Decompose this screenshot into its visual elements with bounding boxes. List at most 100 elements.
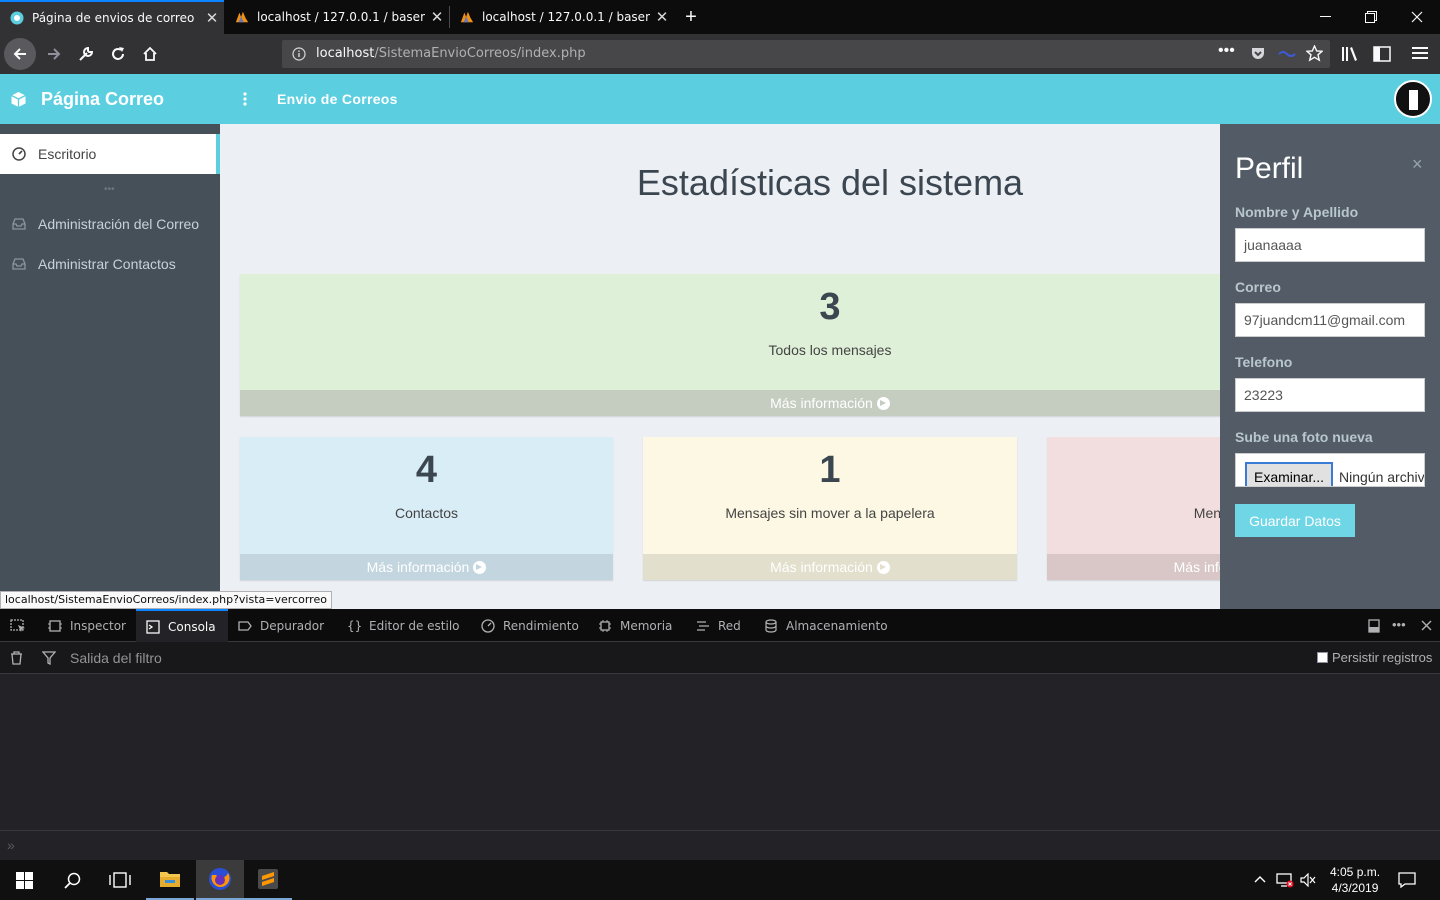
clock-time: 4:05 p.m.	[1330, 865, 1381, 879]
email-input[interactable]: 97juandcm11@gmail.com	[1235, 303, 1425, 337]
task-view-icon[interactable]	[96, 860, 144, 900]
save-button[interactable]: Guardar Datos	[1235, 504, 1355, 537]
storage-icon	[765, 618, 777, 633]
sidebar-item-escritorio[interactable]: Escritorio	[0, 134, 220, 174]
extension-icon[interactable]	[1278, 50, 1296, 58]
browser-nav-bar: localhost/SistemaEnvioCorreos/index.php …	[0, 34, 1440, 74]
console-icon	[146, 619, 160, 634]
trash-icon[interactable]	[10, 651, 23, 665]
file-explorer-icon[interactable]	[146, 860, 194, 900]
search-icon[interactable]	[48, 860, 96, 900]
photo-file-input[interactable]: Examinar... Ningún archivo seleccionado.	[1235, 453, 1425, 487]
filter-funnel-icon	[42, 651, 56, 665]
minimize-icon[interactable]	[1302, 0, 1348, 34]
sidebar-item-label: Administración del Correo	[38, 216, 200, 232]
no-file-text: Ningún archivo seleccionado.	[1339, 469, 1424, 485]
devtools-close-icon[interactable]	[1421, 620, 1432, 631]
volume-muted-icon[interactable]	[1300, 873, 1316, 887]
photo-label: Sube una foto nueva	[1235, 429, 1373, 445]
tab-close-icon[interactable]: ✕	[200, 9, 224, 27]
windows-start-icon[interactable]	[0, 860, 48, 900]
devtools-tab-style-editor[interactable]: {} Editor de estilo	[347, 609, 460, 642]
bookmark-star-icon[interactable]	[1306, 45, 1323, 62]
clock[interactable]: 4:05 p.m. 4/3/2019	[1330, 864, 1380, 896]
site-info-icon[interactable]	[292, 47, 306, 61]
console-input[interactable]: »	[0, 830, 1440, 860]
cube-icon	[11, 92, 26, 107]
devtools-tab-storage[interactable]: Almacenamiento	[764, 609, 888, 642]
browser-tab[interactable]: localhost / 127.0.0.1 / basenvio ✕	[225, 0, 449, 34]
tab-title: Página de envios de correo	[32, 11, 195, 25]
reload-icon[interactable]	[102, 38, 134, 70]
phone-input[interactable]: 23223	[1235, 378, 1425, 412]
stat-box-sin-mover: 1 Mensajes sin mover a la papelera Más i…	[643, 437, 1017, 580]
page-actions-icon[interactable]: •••	[1218, 42, 1235, 60]
more-info-link[interactable]: Más información	[240, 554, 613, 580]
action-center-icon[interactable]	[1398, 872, 1416, 888]
dashboard-icon	[12, 147, 26, 161]
firefox-taskbar-icon[interactable]	[196, 860, 244, 900]
stat-number: 4	[415, 449, 438, 491]
wrench-icon[interactable]	[70, 38, 102, 70]
library-icon[interactable]	[1341, 46, 1359, 62]
close-icon[interactable]: ×	[1412, 154, 1423, 175]
devtools-tab-debugger[interactable]: Depurador	[238, 609, 324, 642]
persist-logs-label: Persistir registros	[1332, 650, 1433, 665]
devtools-tab-performance[interactable]: Rendimiento	[481, 609, 579, 642]
sidebar-item-administrar-contactos[interactable]: Administrar Contactos	[0, 244, 220, 284]
header-title: Envio de Correos	[277, 91, 398, 107]
home-icon[interactable]	[134, 38, 166, 70]
name-input[interactable]: juanaaaa	[1235, 228, 1425, 262]
devtools-tab-inspector[interactable]: Inspector	[48, 609, 126, 642]
tray-chevron-up-icon[interactable]	[1254, 875, 1266, 883]
sidebar-toggle-icon[interactable]	[1373, 46, 1391, 62]
stat-label: Contactos	[394, 505, 459, 521]
persist-logs-checkbox[interactable]	[1317, 652, 1328, 663]
arrow-circle-right-icon	[876, 396, 890, 410]
console-prompt-chevron-icon: »	[7, 837, 15, 853]
more-options-icon[interactable]: •••	[1392, 617, 1406, 632]
window-close-icon[interactable]	[1394, 0, 1440, 34]
browser-tab-strip: Página de envios de correo ✕ localhost /…	[0, 0, 1440, 34]
sidebar: Escritorio ••• Administración del Correo…	[0, 124, 220, 609]
url-text[interactable]: localhost/SistemaEnvioCorreos/index.php	[316, 46, 586, 61]
phpmyadmin-favicon-icon	[235, 11, 249, 23]
tab-close-icon[interactable]: ✕	[425, 8, 449, 26]
network-disconnected-icon[interactable]	[1276, 872, 1294, 888]
browser-tab-active[interactable]: Página de envios de correo ✕	[0, 0, 224, 34]
browse-button[interactable]: Examinar...	[1245, 462, 1333, 486]
devtools-tab-network[interactable]: Red	[696, 609, 741, 642]
sidebar-item-administracion-correo[interactable]: Administración del Correo	[0, 204, 220, 244]
hamburger-menu-icon[interactable]	[1412, 46, 1428, 60]
browser-tab[interactable]: localhost / 127.0.0.1 / basenvio ✕	[450, 0, 674, 34]
dock-side-icon[interactable]	[1368, 619, 1380, 633]
tab-title: localhost / 127.0.0.1 / basenvio	[482, 10, 650, 24]
tab-close-icon[interactable]: ✕	[650, 8, 674, 26]
clock-date: 4/3/2019	[1331, 881, 1379, 895]
more-info-link[interactable]: Más información	[643, 554, 1017, 580]
sublime-text-icon[interactable]	[244, 860, 292, 900]
pocket-icon[interactable]	[1250, 46, 1266, 62]
forward-arrow-icon[interactable]	[38, 38, 70, 70]
performance-icon	[481, 618, 495, 633]
element-picker-icon[interactable]	[10, 619, 26, 633]
inspector-icon	[48, 619, 62, 632]
sidebar-item-label: Escritorio	[38, 146, 97, 162]
new-tab-plus-icon[interactable]: +	[674, 0, 708, 34]
brand-logo-text[interactable]: Página Correo	[41, 89, 164, 110]
address-bar[interactable]: localhost/SistemaEnvioCorreos/index.php …	[282, 40, 1330, 68]
style-editor-icon: {}	[347, 618, 363, 633]
devtools-tab-console[interactable]: Consola	[136, 609, 228, 642]
devtools-tab-memory[interactable]: Memoria	[598, 609, 672, 642]
vertical-dots-menu-icon[interactable]	[243, 92, 247, 106]
user-avatar[interactable]	[1394, 80, 1432, 118]
memory-icon	[599, 619, 611, 632]
stat-label: Mensajes sin mover a la papelera	[725, 505, 935, 521]
restore-icon[interactable]	[1348, 0, 1394, 34]
arrow-circle-right-icon	[876, 560, 890, 574]
filter-input[interactable]: Salida del filtro	[70, 650, 162, 666]
back-arrow-icon[interactable]	[4, 38, 36, 70]
phone-label: Telefono	[1235, 354, 1293, 370]
console-filter-bar: Salida del filtro Persistir registros	[0, 642, 1440, 674]
devtools-toolbar: Inspector Consola Depurador {} Editor de…	[0, 609, 1440, 642]
